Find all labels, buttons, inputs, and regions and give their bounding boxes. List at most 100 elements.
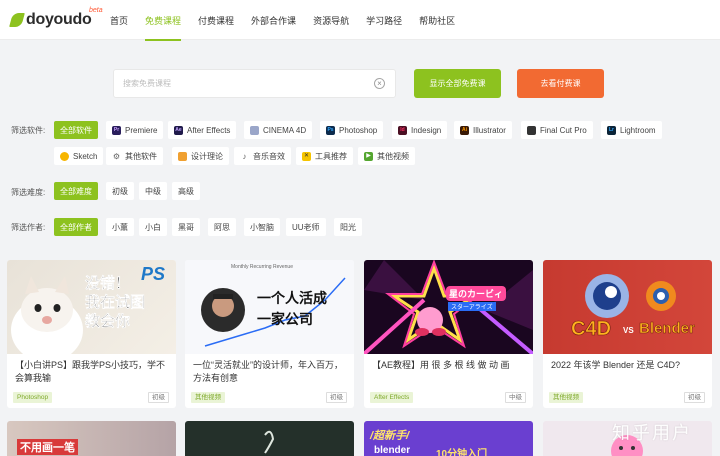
course-thumbnail: PS 没错！ 我在试图 教会你: [7, 260, 176, 354]
thumb-caption-line: C4D: [571, 318, 611, 341]
top-header: doyoudo beta 首页 免费课程 付费课程 外部合作课 资源导航 学习路…: [0, 0, 720, 40]
filter-author-6[interactable]: UU老师: [286, 218, 326, 236]
chip-label: 设计理论: [191, 151, 223, 162]
filter-design-theory[interactable]: 设计理论: [172, 147, 229, 165]
filter-difficulty-beginner[interactable]: 初级: [106, 182, 134, 200]
indesign-icon: Id: [398, 126, 407, 135]
filter-author-7[interactable]: 阳光: [334, 218, 362, 236]
nav-resources[interactable]: 资源导航: [313, 14, 349, 27]
chip-label: Sketch: [73, 152, 97, 161]
logo-leaf-icon: [9, 13, 25, 27]
thumb-caption-line: 一家公司: [257, 309, 327, 330]
chip-label: 全部作者: [60, 222, 92, 233]
filter-software-final-cut-pro[interactable]: Final Cut Pro: [521, 121, 593, 139]
thumb-caption-line: Blender: [639, 320, 695, 337]
level-badge: 初级: [326, 392, 347, 403]
chip-label: After Effects: [187, 126, 230, 135]
site-logo[interactable]: doyoudo beta: [11, 9, 91, 31]
software-tag[interactable]: 其他视频: [549, 392, 583, 403]
software-tag[interactable]: 其他视频: [191, 392, 225, 403]
show-all-free-button[interactable]: 显示全部免费课: [414, 69, 501, 98]
filter-software-illustrator[interactable]: AiIllustrator: [454, 121, 512, 139]
course-title[interactable]: 【AE教程】用 很 多 根 线 做 动 画: [372, 359, 526, 372]
filter-author-2[interactable]: 小白: [139, 218, 167, 236]
difficulty-filter-label: 筛选难度:: [11, 187, 45, 198]
filter-author-1[interactable]: 小薰: [106, 218, 134, 236]
chip-label: UU老师: [292, 222, 320, 233]
chip-label: 初级: [112, 186, 128, 197]
filter-software-indesign[interactable]: Id Indesign: [392, 121, 447, 139]
thumb-caption: 一个人活成 一家公司: [257, 288, 327, 330]
chip-label: 全部软件: [60, 125, 92, 136]
chip-label: 其他视频: [377, 151, 409, 162]
chip-label: 工具推荐: [315, 151, 347, 162]
filter-software-lightroom[interactable]: LrLightroom: [601, 121, 662, 139]
course-card[interactable]: PS 没错！ 我在试图 教会你 【小白讲PS】跟我学PS小技巧，学不会算我输 P…: [7, 260, 176, 408]
chip-label: Illustrator: [473, 126, 506, 135]
thumb-caption-line: 我在试图: [85, 293, 145, 312]
filter-software-cinema4d[interactable]: CINEMA 4D: [244, 121, 312, 139]
cinema4d-icon: [250, 126, 259, 135]
course-card[interactable]: C4D VS Blender 2022 年该学 Blender 还是 C4D? …: [543, 260, 712, 408]
chip-label: Photoshop: [339, 126, 377, 135]
after-effects-icon: Ae: [174, 126, 183, 135]
chip-label: Final Cut Pro: [540, 126, 587, 135]
filter-author-3[interactable]: 黑哥: [172, 218, 200, 236]
design-theory-icon: [178, 152, 187, 161]
filter-software-sketch[interactable]: Sketch: [54, 147, 103, 165]
course-title[interactable]: 一位“灵活就业”的设计师，年入百万，方法有创意: [193, 359, 347, 385]
filter-software-other[interactable]: ⚙其他软件: [106, 147, 163, 165]
filter-difficulty-advanced[interactable]: 高级: [172, 182, 200, 200]
course-card[interactable]: Monthly Recurring Revenue 一个人活成 一家公司 一位“…: [185, 260, 354, 408]
course-thumbnail: C4D VS Blender: [543, 260, 712, 354]
filter-software-all[interactable]: 全部软件: [54, 121, 98, 139]
nav-free-courses[interactable]: 免费课程: [145, 14, 181, 27]
software-tag[interactable]: Photoshop: [13, 392, 52, 403]
search-input[interactable]: [123, 70, 363, 97]
tools-icon: ✕: [302, 152, 311, 161]
premiere-icon: Pr: [112, 126, 121, 135]
software-filter-label: 筛选软件:: [11, 125, 45, 136]
sketch-icon: [60, 152, 69, 161]
photoshop-icon: Ps: [326, 126, 335, 135]
chip-label: 小白: [145, 222, 161, 233]
filter-difficulty-all[interactable]: 全部难度: [54, 182, 98, 200]
filter-author-4[interactable]: 阿思: [208, 218, 236, 236]
course-thumbnail: 星のカービィ スターアライズ: [364, 260, 533, 354]
course-title[interactable]: 2022 年该学 Blender 还是 C4D?: [551, 359, 705, 372]
filter-software-premiere[interactable]: PrPremiere: [106, 121, 163, 139]
zhihu-watermark: 知乎用户: [612, 419, 692, 445]
nav-paid-courses[interactable]: 付费课程: [198, 14, 234, 27]
view-paid-button[interactable]: 去看付费课: [517, 69, 604, 98]
filter-other-video[interactable]: ▶其他视频: [358, 147, 415, 165]
software-tag[interactable]: After Effects: [370, 392, 413, 403]
course-title[interactable]: 【小白讲PS】跟我学PS小技巧，学不会算我输: [15, 359, 169, 385]
nav-partner-courses[interactable]: 外部合作课: [251, 14, 296, 27]
thumb-caption-line: スターアライズ: [448, 302, 496, 311]
thumb-caption-line: VS: [623, 326, 634, 335]
chip-label: Indesign: [411, 126, 441, 135]
filter-author-5[interactable]: 小智脑: [244, 218, 280, 236]
gear-icon: ⚙: [112, 152, 121, 161]
thumb-caption-line: 10分钟入门: [436, 445, 487, 456]
thumb-caption-line: 教会你: [85, 312, 145, 331]
chip-label: 中级: [145, 186, 161, 197]
filter-music-sfx[interactable]: ♪音乐音效: [234, 147, 291, 165]
clear-search-icon[interactable]: ×: [374, 78, 385, 89]
course-card[interactable]: /超新手/ blender 10分钟入门: [364, 421, 533, 456]
nav-home[interactable]: 首页: [110, 14, 128, 27]
filter-tools[interactable]: ✕ 工具推荐: [296, 147, 353, 165]
level-badge: 中级: [505, 392, 526, 403]
nav-learning-path[interactable]: 学习路径: [366, 14, 402, 27]
nav-community[interactable]: 帮助社区: [419, 14, 455, 27]
thumb-caption-line: /超新手/: [370, 427, 409, 443]
course-card[interactable]: 星のカービィ スターアライズ 【AE教程】用 很 多 根 线 做 动 画 Aft…: [364, 260, 533, 408]
chip-label: 阳光: [340, 222, 356, 233]
filter-difficulty-intermediate[interactable]: 中级: [139, 182, 167, 200]
filter-author-all[interactable]: 全部作者: [54, 218, 98, 236]
filter-software-after-effects[interactable]: Ae After Effects: [168, 121, 236, 139]
filter-software-photoshop[interactable]: Ps Photoshop: [320, 121, 383, 139]
course-card[interactable]: 不用画一笔: [7, 421, 176, 456]
c4d-blender-image: [543, 260, 712, 354]
course-card[interactable]: [185, 421, 354, 456]
